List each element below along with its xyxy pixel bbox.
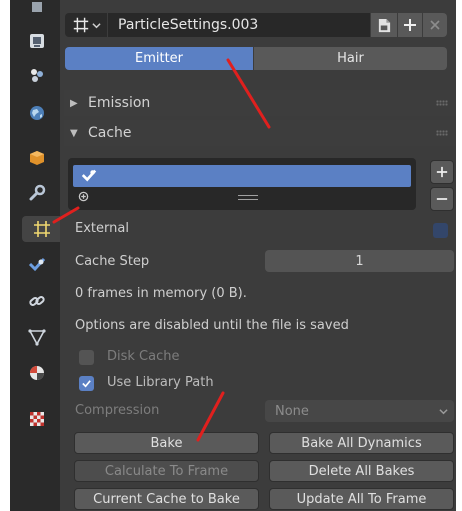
wrench-icon [29, 184, 46, 201]
emission-panel-title: Emission [88, 95, 151, 111]
update-all-to-frame-button[interactable]: Update All To Frame [269, 488, 454, 510]
expand-triangle-icon: ▶ [70, 97, 78, 109]
external-checkbox[interactable] [433, 223, 448, 238]
physics-icon [28, 257, 46, 272]
tool-icon [32, 2, 42, 12]
chevron-down-icon [439, 409, 448, 415]
tab-modifiers[interactable] [24, 180, 50, 206]
external-label: External [75, 221, 129, 236]
cache-step-label: Cache Step [75, 254, 150, 269]
tab-world[interactable] [24, 100, 50, 126]
cache-panel-title: Cache [88, 125, 132, 141]
disabled-options-notice: Options are disabled until the file is s… [75, 318, 349, 333]
tab-object[interactable] [24, 145, 50, 171]
tab-material[interactable] [24, 360, 50, 386]
frames-in-memory-text: 0 frames in memory (0 B). [75, 286, 247, 301]
disk-cache-label: Disk Cache [107, 349, 180, 364]
add-cache-button[interactable] [430, 160, 454, 184]
fake-user-icon [378, 18, 390, 32]
drag-grip-icon[interactable] [436, 130, 448, 136]
cache-list-item[interactable] [73, 165, 411, 187]
texture-icon [30, 412, 44, 426]
object-icon [30, 151, 44, 165]
collapse-triangle-icon: ▼ [70, 127, 78, 139]
compression-value: None [275, 403, 309, 419]
calculate-to-frame-button[interactable]: Calculate To Frame [74, 460, 259, 482]
compression-label: Compression [75, 403, 160, 418]
fake-user-button[interactable] [371, 13, 397, 37]
physics-icon [81, 169, 97, 182]
tab-texture[interactable] [24, 406, 50, 432]
tab-constraints[interactable] [24, 288, 50, 314]
tab-render[interactable] [24, 28, 50, 54]
checkmark-icon [82, 380, 91, 388]
add-icon [404, 19, 416, 31]
material-icon [30, 366, 44, 380]
disk-cache-checkbox[interactable] [79, 350, 94, 365]
add-icon [436, 166, 448, 178]
tab-tool[interactable] [24, 0, 50, 20]
compression-dropdown[interactable]: None [265, 400, 454, 422]
datablock-name-field[interactable]: ParticleSettings.003 [108, 13, 370, 37]
output-icon [31, 69, 43, 82]
remove-icon [436, 198, 448, 200]
list-resize-handle[interactable] [238, 195, 258, 200]
particles-icon [73, 17, 88, 33]
cache-list [68, 158, 416, 210]
render-icon [30, 34, 44, 48]
browse-particle-settings-button[interactable] [65, 13, 107, 37]
particle-settings-selector: ParticleSettings.003 [65, 13, 447, 37]
close-icon [430, 20, 440, 30]
emission-panel-header[interactable]: ▶ Emission [64, 90, 456, 116]
constraint-icon [29, 296, 45, 306]
tab-physics[interactable] [24, 252, 50, 278]
world-icon [30, 106, 44, 120]
cache-step-field[interactable]: 1 [265, 250, 454, 272]
properties-editor: ParticleSettings.003 Emitter Hair ▶ Emis… [10, 0, 456, 511]
cache-panel-header[interactable]: ▼ Cache [64, 120, 456, 146]
delete-all-bakes-button[interactable]: Delete All Bakes [269, 460, 454, 482]
use-library-path-label: Use Library Path [107, 375, 214, 390]
chevron-down-icon [91, 22, 101, 28]
remove-cache-button[interactable] [430, 187, 454, 211]
bake-all-dynamics-button[interactable]: Bake All Dynamics [269, 432, 454, 454]
use-library-path-checkbox[interactable] [79, 376, 94, 391]
tab-data[interactable] [24, 324, 50, 350]
drag-grip-icon[interactable] [436, 100, 448, 106]
filter-options-icon[interactable] [78, 191, 89, 202]
unlink-datablock-button[interactable] [423, 13, 447, 37]
new-datablock-button[interactable] [398, 13, 422, 37]
properties-tab-strip [10, 0, 62, 511]
mesh-data-icon [28, 329, 46, 346]
hair-option[interactable]: Hair [254, 47, 447, 70]
current-cache-to-bake-button[interactable]: Current Cache to Bake [74, 488, 259, 510]
bake-button[interactable]: Bake [74, 432, 259, 454]
tab-particles[interactable] [22, 216, 62, 242]
tab-output[interactable] [24, 62, 50, 88]
emitter-option[interactable]: Emitter [65, 47, 253, 70]
particles-properties-panel: ParticleSettings.003 Emitter Hair ▶ Emis… [60, 0, 456, 511]
particle-type-toggle: Emitter Hair [65, 47, 447, 70]
particles-icon [34, 221, 50, 237]
